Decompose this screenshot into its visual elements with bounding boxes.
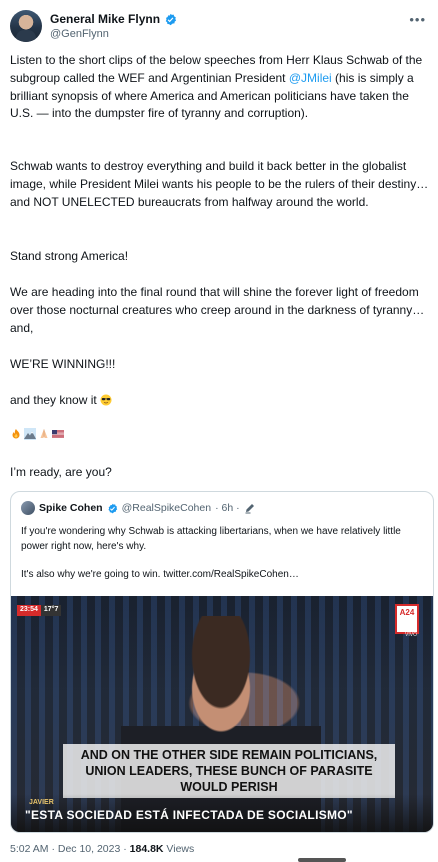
- quote-handle[interactable]: @RealSpikeCohen: [122, 502, 211, 514]
- tweet-paragraph-5: WE’RE WINNING!!!: [10, 357, 116, 371]
- views-label: Views: [163, 843, 195, 855]
- pencil-icon: [245, 504, 254, 514]
- author-handle[interactable]: @GenFlynn: [50, 28, 109, 40]
- verified-badge-icon: [108, 503, 117, 513]
- fire-emoji-icon: [12, 429, 20, 439]
- praying-hands-emoji-icon: [40, 429, 48, 438]
- views-count: 184.8K: [129, 843, 164, 855]
- video-caption: AND ON THE OTHER SIDE REMAIN POLITICIANS…: [63, 744, 395, 798]
- lower-third-quote: "ESTA SOCIEDAD ESTÁ INFECTADA DE SOCIALI…: [25, 808, 353, 822]
- tv-temp: 17°7: [40, 605, 62, 616]
- tweet-paragraph-3: Stand strong America!: [10, 249, 129, 263]
- tweet-paragraph-2: Schwab wants to destroy everything and b…: [10, 159, 429, 209]
- quote-time: · 6h ·: [215, 502, 240, 514]
- tweet-paragraph-4: We are heading into the final round that…: [10, 285, 425, 335]
- author-display-name[interactable]: General Mike Flynn: [50, 12, 160, 26]
- channel-logo: A24: [395, 604, 419, 634]
- quote-text-line-1: If you're wondering why Schwab is attack…: [21, 526, 401, 552]
- quote-display-name[interactable]: Spike Cohen: [39, 502, 103, 514]
- sunglasses-emoji-icon: [100, 394, 112, 406]
- scrollbar[interactable]: [298, 858, 346, 862]
- avatar[interactable]: [10, 10, 42, 42]
- tweet-paragraph-6: and they know it: [10, 392, 434, 410]
- tweet-timestamp[interactable]: 5:02 AM · Dec 10, 2023 ·: [10, 843, 130, 855]
- lower-third-name: JAVIER: [29, 799, 54, 806]
- quote-text: If you're wondering why Schwab is attack…: [21, 525, 421, 583]
- channel-sub: VIVO: [405, 632, 417, 638]
- tweet-footer: 5:02 AM · Dec 10, 2023 · 184.8K Views: [10, 843, 194, 855]
- mention-link[interactable]: @JMilei: [289, 71, 332, 85]
- us-flag-emoji-icon: [52, 430, 64, 438]
- tweet-header: General Mike Flynn @GenFlynn •••: [10, 10, 430, 44]
- tweet-paragraph-1: Listen to the short clips of the below s…: [10, 52, 434, 123]
- more-icon[interactable]: •••: [409, 12, 426, 27]
- tweet-page: General Mike Flynn @GenFlynn ••• Listen …: [0, 0, 438, 862]
- mountain-emoji-icon: [24, 428, 36, 440]
- quote-header: Spike Cohen @RealSpikeCohen · 6h ·: [21, 501, 256, 515]
- tweet-text: and they know it: [10, 393, 97, 407]
- verified-badge-icon: [165, 13, 177, 25]
- tv-time: 23:54: [17, 605, 41, 616]
- tweet-paragraph-8: I’m ready, are you?: [10, 465, 112, 479]
- quoted-tweet-card[interactable]: Spike Cohen @RealSpikeCohen · 6h · If yo…: [10, 491, 434, 833]
- name-line: General Mike Flynn: [50, 12, 177, 26]
- tv-time-badge: 23:54 17°7: [17, 605, 62, 616]
- emoji-row: [10, 428, 434, 446]
- quote-text-line-2: It's also why we're going to win. twitte…: [21, 569, 299, 580]
- video-player[interactable]: 23:54 17°7 A24 VIVO AND ON THE OTHER SID…: [11, 596, 433, 832]
- quote-avatar[interactable]: [21, 501, 35, 515]
